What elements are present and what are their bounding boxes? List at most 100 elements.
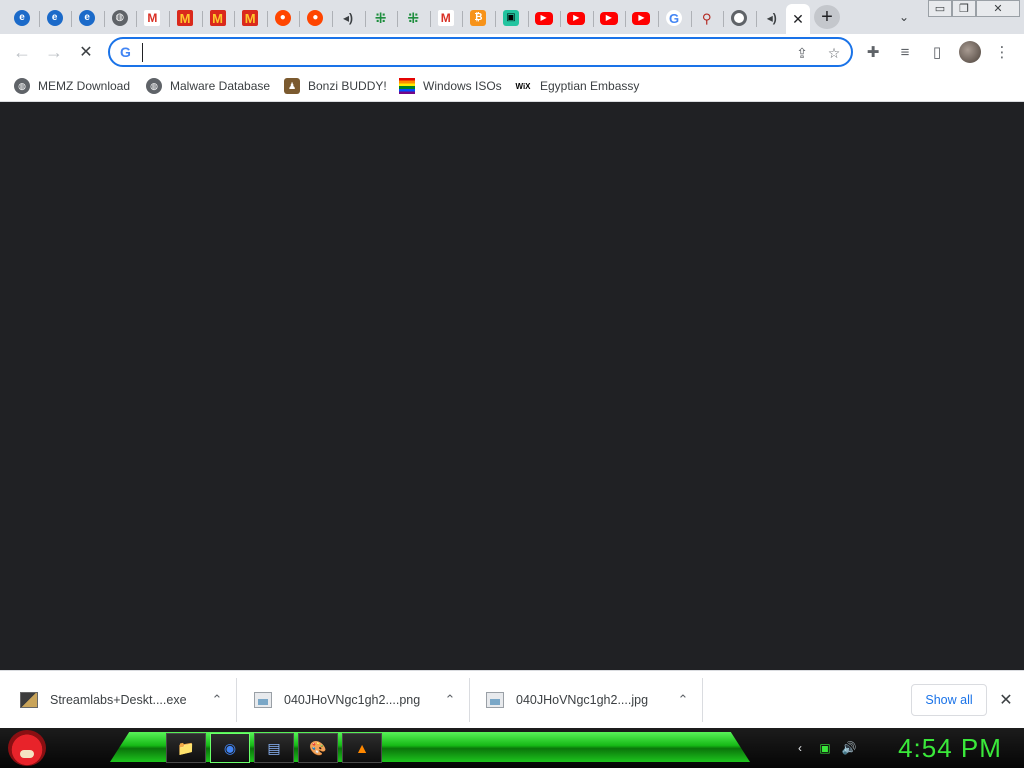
stop-loading-button[interactable]: ✕ [73,39,99,65]
tab-item[interactable]: e [6,4,38,32]
tab-item[interactable]: ◍ [103,4,136,32]
tab-item[interactable]: ◂) [755,4,788,32]
tab-item[interactable]: G [658,4,690,32]
tab-item[interactable]: ● [299,4,331,32]
side-panel-icon: ▯ [932,44,942,61]
tab-item[interactable] [723,4,755,32]
tab-item[interactable]: ◂) [332,4,364,32]
tab-item[interactable]: ⁜ [364,4,397,32]
tab-item[interactable]: ⚲ [690,4,723,32]
download-item[interactable]: 040JHoVNgc1gh2....png ⌃ [254,678,469,722]
tab-item[interactable]: ▶ [560,4,592,32]
tab-item[interactable]: M [234,4,266,32]
star-icon[interactable]: ☆ [825,44,843,62]
bookmark-egyptian-embassy[interactable]: WiX Egyptian Embassy [514,76,639,96]
internet-explorer-icon: e [46,10,63,26]
kebab-menu-icon: ⋮ [994,44,1010,61]
tab-item[interactable]: M [136,4,168,32]
bookmarks-bar: ◍ MEMZ Download ◍ Malware Database ♟ Bon… [0,70,1024,102]
chrome-icon: ◉ [223,739,237,756]
bookmark-malware-database[interactable]: ◍ Malware Database [146,76,270,96]
chevron-down-icon: ⌄ [898,10,910,24]
tab-item[interactable]: M [429,4,462,32]
reddit-icon: ● [274,10,291,26]
bookmark-memz-download[interactable]: ◍ MEMZ Download [14,76,130,96]
stop-icon: ✕ [79,44,93,61]
chrome-menu-button[interactable]: ⋮ [991,41,1013,63]
chat-bot-icon: ▣ [503,10,519,26]
share-icon[interactable]: ⇪ [793,44,811,62]
chevron-up-icon[interactable]: ⌃ [674,691,692,709]
google-icon: G [666,10,682,26]
download-item[interactable]: 040JHoVNgc1gh2....jpg ⌃ [486,678,702,722]
volume-icon[interactable]: 🔊 [841,740,857,756]
pin-icon: ⚲ [701,10,712,26]
arrow-left-icon: ← [13,41,31,62]
gmail-icon: M [437,10,454,26]
taskbar-vlc[interactable]: ▲ [342,733,382,763]
address-input[interactable] [142,43,782,62]
chevron-up-icon[interactable]: ⌃ [208,691,226,709]
taskbar-chrome[interactable]: ◉ [210,733,250,763]
divider [236,678,237,722]
profile-avatar[interactable] [959,41,981,63]
new-tab-button[interactable]: + [814,5,840,29]
extensions-button[interactable]: ✚ [862,41,884,63]
gmail-icon: M [144,10,161,26]
tab-item[interactable]: ▶ [592,4,625,32]
tab-item[interactable]: e [38,4,71,32]
taskbar-notepad[interactable]: ▤ [254,733,294,763]
side-panel-button[interactable]: ▯ [926,41,948,63]
tab-item[interactable]: M [169,4,201,32]
network-icon[interactable]: ▣ [817,740,833,756]
vlc-icon: ▲ [355,740,369,756]
internet-explorer-icon: e [79,10,96,26]
tab-search-button[interactable]: ⌄ [894,8,914,26]
back-button[interactable]: ← [9,39,35,65]
restore-button[interactable]: ❐ [952,0,976,17]
taskbar-paint[interactable]: 🎨 [298,733,338,763]
globe-icon: ◍ [111,10,128,26]
tab-item[interactable]: ▶ [527,4,560,32]
tab-active-close[interactable]: ✕ [786,4,810,34]
tab-item[interactable]: ₿ [462,4,494,32]
download-filename: 040JHoVNgc1gh2....jpg [516,693,649,707]
media-queue-icon: ≡ [900,43,910,61]
mcdonalds-icon: M [209,10,226,26]
google-icon: G [120,44,131,60]
download-item[interactable]: Streamlabs+Deskt....exe ⌃ [20,678,236,722]
start-button[interactable] [8,730,46,766]
bookmark-label: Bonzi BUDDY! [308,79,387,93]
executable-file-icon [20,692,38,708]
tab-item[interactable]: e [71,4,103,32]
address-bar[interactable]: G ⇪ ☆ [108,37,853,67]
close-window-button[interactable]: ✕ [976,0,1020,17]
rainbow-flag-icon [399,78,415,94]
minimize-button[interactable]: ▭ [928,0,952,17]
taskbar: 📁 ◉ ▤ 🎨 ▲ ‹ ▣ 🔊 4:54 PM [0,728,1024,768]
mcdonalds-icon: M [177,10,193,26]
forward-button[interactable]: → [41,39,67,65]
tab-item[interactable]: M [201,4,234,32]
bookmark-bonzi-buddy[interactable]: ♟ Bonzi BUDDY! [284,76,387,96]
taskbar-file-explorer[interactable]: 📁 [166,733,206,763]
chevron-up-icon[interactable]: ⌃ [441,691,459,709]
close-tab-icon[interactable]: ✕ [792,11,804,28]
taskbar-clock[interactable]: 4:54 PM [885,731,1015,765]
bookmark-windows-isos[interactable]: Windows ISOs [399,76,502,96]
taskbar-glow [110,732,750,762]
minimize-icon: ▭ [934,3,946,15]
tab-item[interactable]: ▣ [495,4,527,32]
image-file-icon [254,692,272,708]
tab-item[interactable]: ▶ [625,4,657,32]
media-controls-button[interactable]: ≡ [894,41,916,63]
tab-item[interactable]: ● [266,4,299,32]
close-shelf-button[interactable]: ✕ [996,690,1016,710]
tray-overflow-icon[interactable]: ‹ [792,740,808,756]
tab-item[interactable]: ⁜ [397,4,429,32]
speaker-icon: ◂) [766,11,777,25]
folder-icon: 📁 [177,739,195,756]
divider [702,678,703,722]
show-all-downloads-button[interactable]: Show all [911,684,987,716]
downloads-shelf: Streamlabs+Deskt....exe ⌃ 040JHoVNgc1gh2… [0,670,1024,728]
